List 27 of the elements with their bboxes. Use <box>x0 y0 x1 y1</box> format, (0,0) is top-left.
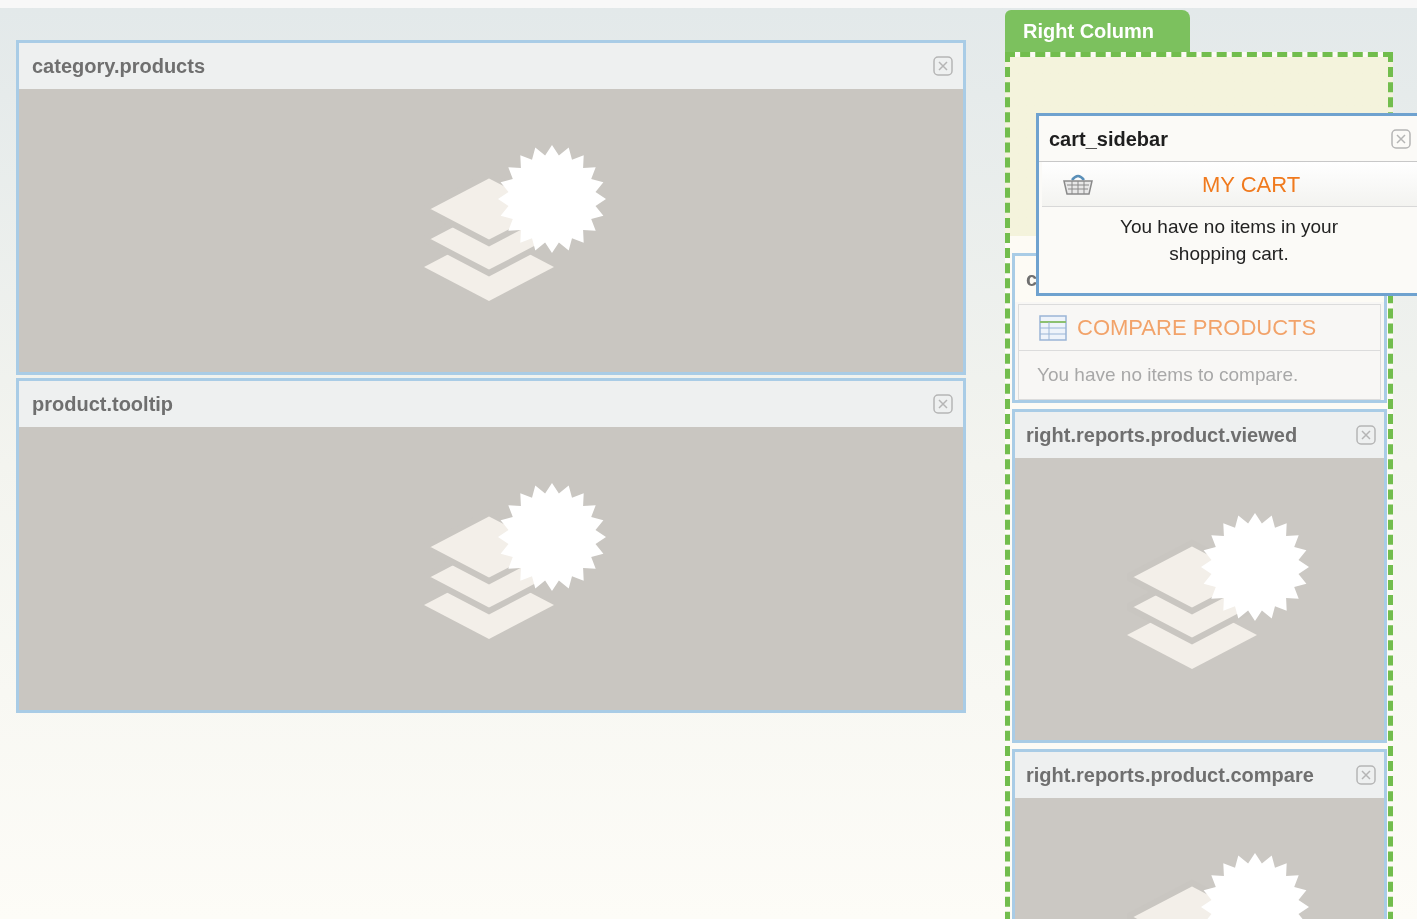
empty-message: You have no items in your shopping cart. <box>1119 215 1339 266</box>
layout-block[interactable]: category.products <box>16 40 966 375</box>
section-heading: MY CART <box>1202 170 1301 199</box>
close-icon[interactable] <box>1391 128 1411 149</box>
close-icon[interactable] <box>933 394 953 414</box>
block-title: right.reports.product.compare <box>1026 763 1314 788</box>
empty-message: You have no items to compare. <box>1036 362 1300 387</box>
block-title: cart_sidebar <box>1049 126 1168 152</box>
block-title: category.products <box>32 54 205 79</box>
basket-icon <box>1062 172 1094 196</box>
layout-block[interactable]: right.reports.product.viewed <box>1012 409 1387 743</box>
block-header[interactable]: right.reports.product.viewed <box>1015 412 1384 458</box>
block-header[interactable]: right.reports.product.compare <box>1015 752 1384 798</box>
block-title: product.tooltip <box>32 392 174 417</box>
table-icon <box>1039 314 1067 341</box>
layout-block[interactable]: COMPARE PRODUCTS You have no items to compare. <box>1012 302 1387 403</box>
close-icon[interactable] <box>1356 425 1376 445</box>
close-icon[interactable] <box>933 56 953 76</box>
layout-block[interactable]: right.reports.product.compare <box>1012 749 1387 919</box>
section-heading: COMPARE PRODUCTS <box>1077 314 1317 342</box>
close-icon[interactable] <box>1356 765 1376 785</box>
layout-block[interactable]: product.tooltip <box>16 378 966 713</box>
dragged-block[interactable]: cart_sidebar MY CART You have no items in your shopping cart. <box>1036 113 1417 296</box>
block-header[interactable]: product.tooltip <box>19 381 963 427</box>
block-header[interactable]: category.products <box>19 43 963 89</box>
block-title: c <box>1026 267 1038 292</box>
block-title: right.reports.product.viewed <box>1026 423 1298 448</box>
